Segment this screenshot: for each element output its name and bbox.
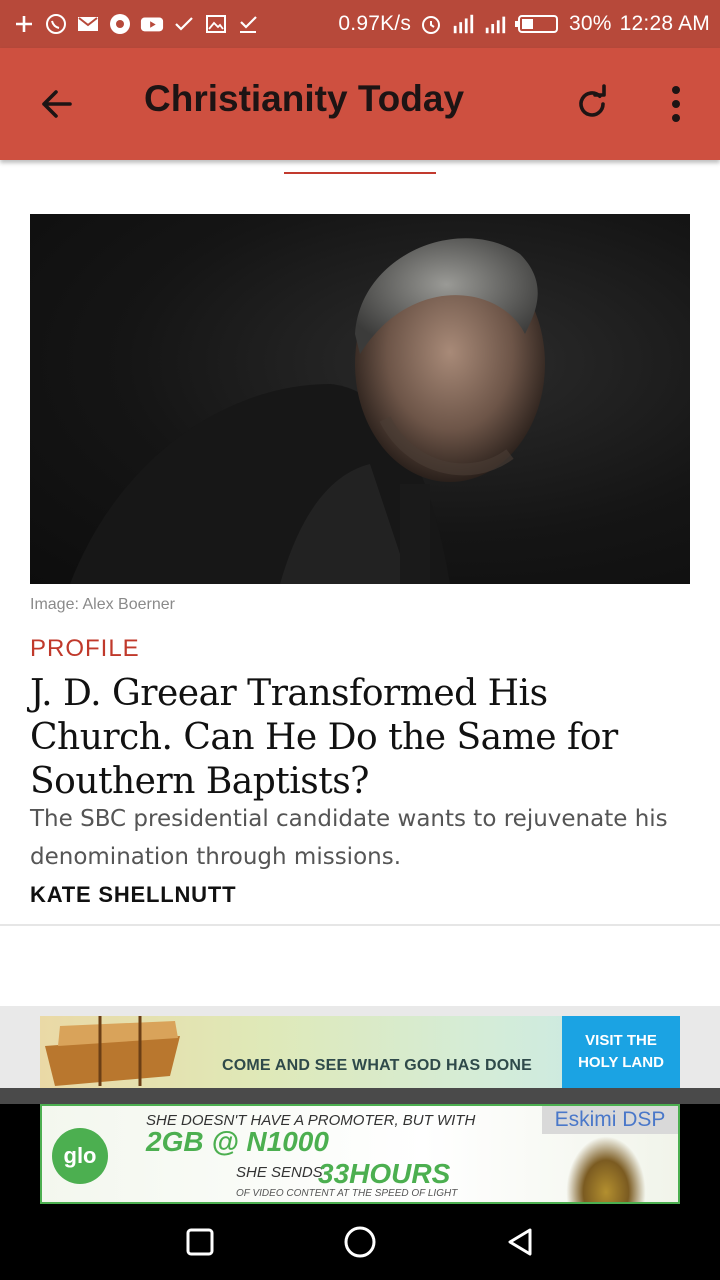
- article-headline[interactable]: J. D. Greear Transformed His Church. Can…: [30, 672, 700, 804]
- cta-line-2: HOLY LAND: [578, 1054, 664, 1071]
- back-arrow-icon: [42, 90, 72, 118]
- chrome-icon: [108, 12, 132, 36]
- more-options-button[interactable]: [654, 82, 698, 126]
- gmail-icon: [76, 12, 100, 36]
- portrait-illustration: [70, 238, 545, 584]
- network-speed: 0.97K/s: [338, 12, 412, 35]
- status-bar: 0.97K/s 30% 12:28 AM: [0, 0, 720, 48]
- content-divider: [0, 924, 720, 926]
- alarm-icon: [419, 12, 443, 36]
- glo-ad-fineprint: OF VIDEO CONTENT AT THE SPEED OF LIGHT: [236, 1188, 458, 1199]
- image-icon: [204, 12, 228, 36]
- app-title: Christianity Today: [144, 78, 465, 119]
- signal-h-icon: [451, 12, 475, 36]
- glo-logo: glo: [52, 1128, 108, 1184]
- clock: 12:28 AM: [619, 12, 710, 35]
- refresh-icon: [579, 84, 606, 117]
- image-caption: Image: Alex Boerner: [30, 596, 175, 613]
- article-kicker[interactable]: PROFILE: [30, 635, 140, 663]
- circle-icon: [344, 1226, 376, 1258]
- system-nav-bar: [0, 1204, 720, 1280]
- glo-ad-banner[interactable]: glo SHE DOESN'T HAVE A PROMOTER, BUT WIT…: [40, 1104, 680, 1204]
- ad-figure-image: [566, 1136, 646, 1202]
- plus-icon: [12, 12, 36, 36]
- article-byline[interactable]: KATE SHELLNUTT: [30, 882, 236, 908]
- status-left-icons: [12, 12, 260, 36]
- refresh-button[interactable]: [570, 82, 614, 126]
- recents-button[interactable]: [170, 1212, 230, 1272]
- triangle-back-icon: [508, 1228, 532, 1256]
- glo-ad-line-3: SHE SENDS: [236, 1164, 323, 1181]
- glo-ad-hours: 33HOURS: [318, 1158, 451, 1189]
- article-dek: The SBC presidential candidate wants to …: [30, 806, 668, 870]
- more-vert-icon: [672, 86, 680, 122]
- signal-icon: [483, 12, 507, 36]
- holy-land-ad[interactable]: COME AND SEE WHAT GOD HAS DONE VISIT THE…: [40, 1016, 680, 1088]
- visit-holy-land-button[interactable]: VISIT THE HOLY LAND: [562, 1016, 680, 1088]
- back-button[interactable]: [34, 82, 78, 126]
- check-mark-icon: [172, 12, 196, 36]
- battery-percent: 30%: [569, 12, 612, 35]
- ad-separator: [0, 1088, 720, 1104]
- eskimi-dsp-badge[interactable]: Eskimi DSP: [542, 1106, 678, 1134]
- holy-land-tagline: COME AND SEE WHAT GOD HAS DONE: [222, 1057, 533, 1074]
- youtube-icon: [140, 12, 164, 36]
- home-button[interactable]: [330, 1212, 390, 1272]
- article-hero-image[interactable]: [30, 214, 690, 584]
- boat-illustration: [45, 1016, 180, 1086]
- back-nav-button[interactable]: [490, 1212, 550, 1272]
- whatsapp-icon: [44, 12, 68, 36]
- glo-ad-offer: 2GB @ N1000: [146, 1126, 329, 1157]
- square-icon: [186, 1228, 214, 1256]
- app-bar: Christianity Today: [0, 48, 720, 160]
- cta-line-1: VISIT THE: [585, 1032, 657, 1049]
- status-right-icons: 0.97K/s 30% 12:28 AM: [338, 12, 710, 36]
- check-box-icon: [236, 12, 260, 36]
- battery-icon: [515, 12, 561, 36]
